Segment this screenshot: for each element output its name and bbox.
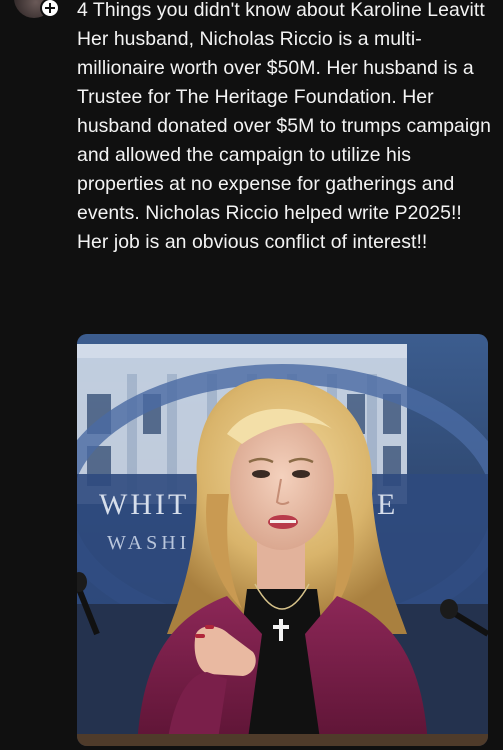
post-image[interactable]: WHIT E WASHI [77, 334, 488, 746]
post-conclusion: Her job is an obvious conflict of intere… [77, 231, 428, 253]
post-title: 4 Things you didn't know about Karoline … [77, 0, 485, 21]
seal-text-white: WHIT [99, 488, 189, 521]
press-briefing-photo: WHIT E WASHI [77, 334, 488, 746]
seal-text-washington: WASHI [107, 532, 190, 554]
seal-text-e: E [377, 488, 398, 521]
plus-icon [45, 3, 55, 13]
post-body: 4 Things you didn't know about Karoline … [77, 0, 495, 257]
author-avatar-container[interactable] [14, 0, 60, 22]
thread-post: 4 Things you didn't know about Karoline … [0, 0, 503, 750]
follow-button[interactable] [40, 0, 60, 18]
post-paragraph: Her husband, Nicholas Riccio is a multi-… [77, 28, 491, 224]
